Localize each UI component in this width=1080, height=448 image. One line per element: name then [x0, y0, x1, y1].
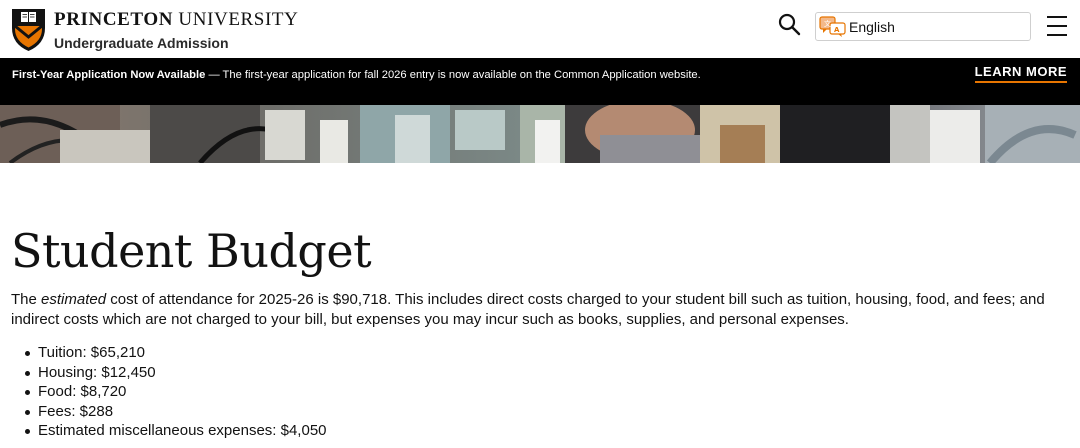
intro-paragraph: The estimated cost of attendance for 202…: [11, 290, 1071, 330]
hero-image: [0, 105, 1080, 163]
intro-start: The: [11, 291, 42, 308]
intro-rest: cost of attendance for 2025-26 is $90,71…: [11, 291, 1045, 328]
alert-message: First-Year Application Now Available — T…: [12, 65, 742, 85]
budget-item-fees: Fees: $288: [25, 402, 327, 422]
alert-body: The first-year application for fall 2026…: [222, 69, 701, 81]
svg-text:A: A: [834, 26, 840, 34]
wordmark-rest: UNIVERSITY: [173, 9, 299, 30]
budget-item-food: Food: $8,720: [25, 382, 327, 402]
search-button[interactable]: [777, 12, 803, 38]
intro-emphasis: estimated: [41, 291, 107, 308]
site-subtitle[interactable]: Undergraduate Admission: [54, 35, 229, 51]
translate-icon: 文 A: [819, 16, 846, 37]
alert-title: First-Year Application Now Available: [12, 69, 206, 81]
hamburger-menu-icon: [1047, 16, 1067, 18]
wordmark-bold: PRINCETON: [54, 9, 174, 30]
hamburger-menu-icon-bar: [1047, 25, 1067, 27]
alert-banner: First-Year Application Now Available — T…: [0, 58, 1080, 105]
site-header: PRINCETON UNIVERSITY Undergraduate Admis…: [0, 0, 1080, 58]
language-selector[interactable]: 文 A English: [815, 12, 1031, 41]
search-icon: [778, 13, 801, 36]
budget-list: Tuition: $65,210 Housing: $12,450 Food: …: [25, 343, 327, 441]
princeton-shield-logo[interactable]: [10, 6, 47, 52]
page-title: Student Budget: [11, 224, 372, 278]
budget-item-tuition: Tuition: $65,210: [25, 343, 327, 363]
university-wordmark[interactable]: PRINCETON UNIVERSITY: [54, 9, 298, 31]
main-menu-button[interactable]: [1045, 14, 1069, 38]
learn-more-link[interactable]: LEARN MORE: [974, 64, 1067, 83]
language-selected-label: English: [849, 19, 895, 35]
alert-separator: —: [205, 69, 223, 81]
budget-item-housing: Housing: $12,450: [25, 363, 327, 383]
budget-item-misc: Estimated miscellaneous expenses: $4,050: [25, 422, 327, 439]
svg-text:文: 文: [824, 19, 831, 28]
hamburger-menu-icon-bar: [1047, 34, 1067, 36]
lab-photo: [0, 105, 1080, 163]
